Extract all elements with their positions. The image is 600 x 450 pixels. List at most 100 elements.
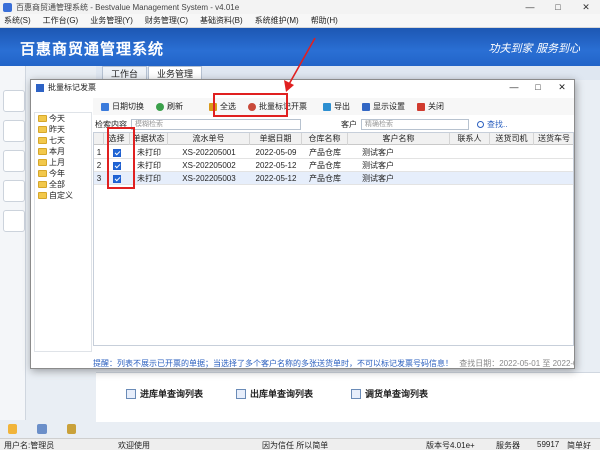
table-row[interactable]: 3 未打印 XS-202205003 2022-05-12 产品仓库 测试客户 [94,172,573,185]
link-stock-out-list[interactable]: 出库单查询列表 [236,387,313,400]
export-button[interactable]: 导出 [323,101,350,112]
highlight-batch-invoice-button [213,93,288,117]
folder-icon [38,170,47,177]
refresh-icon [156,102,164,111]
invoice-grid: 选择 单据状态 流水单号 单据日期 仓库名称 客户名称 联系人 送货司机 送货车… [93,132,574,346]
menu-help[interactable]: 帮助(H) [311,15,338,26]
row-status: 未打印 [137,161,161,170]
left-shortcut-strip [0,66,26,420]
shortcut-block[interactable] [3,150,25,172]
status-welcome: 欢迎使用 [118,441,150,450]
col-customer[interactable]: 客户名称 [348,133,450,145]
dialog-icon [36,83,44,92]
batch-invoice-dialog: 批量标记发票 — □ ✕ 日期切换 刷新 全选 批量标记开票 导出 显示设置 关… [30,79,575,369]
folder-icon [38,115,47,122]
dialog-minimize-button[interactable]: — [502,82,526,93]
row-date: 2022-05-09 [255,148,297,157]
dialog-close-button[interactable]: ✕ [550,82,574,93]
folder-icon[interactable] [8,424,18,434]
maximize-button[interactable]: □ [544,2,572,13]
date-filter-tree: 今天 昨天 七天 本月 上月 今年 全部 自定义 [34,112,92,352]
document-icon [236,388,246,399]
col-driver[interactable]: 送货司机 [490,133,534,145]
row-customer: 测试客户 [362,174,394,183]
dialog-maximize-button[interactable]: □ [526,82,550,93]
tree-item-this-year[interactable]: 今年 [35,168,91,179]
col-contact[interactable]: 联系人 [450,133,490,145]
status-simple: 简单好 [567,441,591,450]
status-user: 用户名:管理员 [4,441,55,450]
bottom-link-panel: 进库单查询列表 出库单查询列表 调货单查询列表 [96,372,600,422]
grid-header: 选择 单据状态 流水单号 单据日期 仓库名称 客户名称 联系人 送货司机 送货车… [94,133,573,145]
close-window-button[interactable]: ✕ [572,2,600,13]
status-motto: 因为信任 所以简单 [262,441,329,450]
tab-workbench[interactable]: 工作台 [102,66,148,80]
link-transfer-list[interactable]: 调货单查询列表 [351,387,428,400]
display-settings-button[interactable]: 显示设置 [362,101,405,112]
tree-item-today[interactable]: 今天 [35,113,91,124]
menu-workbench[interactable]: 工作台(G) [43,15,79,26]
refresh-button[interactable]: 刷新 [156,101,183,112]
close-icon [417,102,425,111]
dialog-status-bar: 提醒：列表不展示已开票的单据；当选择了多个客户名称的多张送货单时，不可以标记发票… [93,358,574,368]
table-row[interactable]: 1 未打印 XS-202205001 2022-05-09 产品仓库 测试客户 [94,146,573,159]
tool-icon[interactable] [37,424,47,434]
customer-label: 客户 [341,119,357,129]
tree-item-yesterday[interactable]: 昨天 [35,124,91,135]
menu-finance[interactable]: 财务管理(C) [145,15,188,26]
shortcut-block[interactable] [3,120,25,142]
folder-icon [38,126,47,133]
shortcut-block[interactable] [3,180,25,202]
folder-icon [38,192,47,199]
search-icon [477,120,484,128]
tree-item-last-month[interactable]: 上月 [35,157,91,168]
close-button[interactable]: 关闭 [417,101,444,112]
status-tip: 提醒：列表不展示已开票的单据；当选择了多个客户名称的多张送货单时，不可以标记发票… [93,359,453,368]
document-icon [126,388,136,399]
customer-search-input[interactable]: 精确检索 [361,118,469,130]
shortcut-block[interactable] [3,210,25,232]
minimize-button[interactable]: — [516,2,544,13]
document-icon [351,388,361,399]
link-stock-in-list[interactable]: 进库单查询列表 [126,387,203,400]
calendar-icon [101,102,109,111]
box-icon[interactable] [66,424,76,434]
tree-item-custom[interactable]: 自定义 [35,190,91,201]
shortcut-block[interactable] [3,90,25,112]
search-scope-input[interactable]: 模糊检索 [131,118,301,130]
row-serial: XS-202205003 [182,174,236,183]
menu-maintenance[interactable]: 系统维护(M) [255,15,299,26]
tree-item-this-month[interactable]: 本月 [35,146,91,157]
row-customer: 测试客户 [362,148,394,157]
menu-bar: 系统(S) 工作台(G) 业务管理(Y) 财务管理(C) 基础资料(B) 系统维… [0,14,600,28]
row-warehouse: 产品仓库 [309,161,341,170]
tree-item-all[interactable]: 全部 [35,179,91,190]
row-number: 3 [96,174,102,183]
settings-icon [362,102,370,111]
table-row[interactable]: 2 未打印 XS-202205002 2022-05-12 产品仓库 测试客户 [94,159,573,172]
col-status[interactable]: 单据状态 [130,133,168,145]
folder-icon [38,148,47,155]
menu-basic-data[interactable]: 基础资料(B) [200,15,243,26]
export-icon [323,102,331,111]
folder-icon [38,159,47,166]
slogan: 功夫到家 服务到心 [488,42,581,55]
tree-item-seven-days[interactable]: 七天 [35,135,91,146]
brand-title: 百惠商贸通管理系统 [20,41,165,58]
tab-business[interactable]: 业务管理 [148,66,203,80]
menu-business[interactable]: 业务管理(Y) [90,15,133,26]
search-row: 检索内容 模糊检索 客户 精确检索 查找.. [93,117,574,131]
menu-system[interactable]: 系统(S) [4,15,31,26]
dialog-toolbar: 日期切换 刷新 全选 批量标记开票 导出 显示设置 关闭 [93,98,574,115]
status-version: 版本号4.01e+ [426,441,475,450]
folder-icon [38,137,47,144]
main-tab-strip: 工作台 业务管理 [96,66,600,80]
col-plate[interactable]: 送货车号 [534,133,573,145]
dialog-titlebar: 批量标记发票 — □ ✕ [31,80,574,95]
find-button[interactable]: 查找.. [477,119,507,130]
date-switch-button[interactable]: 日期切换 [101,101,144,112]
col-warehouse[interactable]: 仓库名称 [302,133,348,145]
col-serial[interactable]: 流水单号 [168,133,250,145]
col-date[interactable]: 单据日期 [250,133,302,145]
col-rownum [94,133,104,145]
